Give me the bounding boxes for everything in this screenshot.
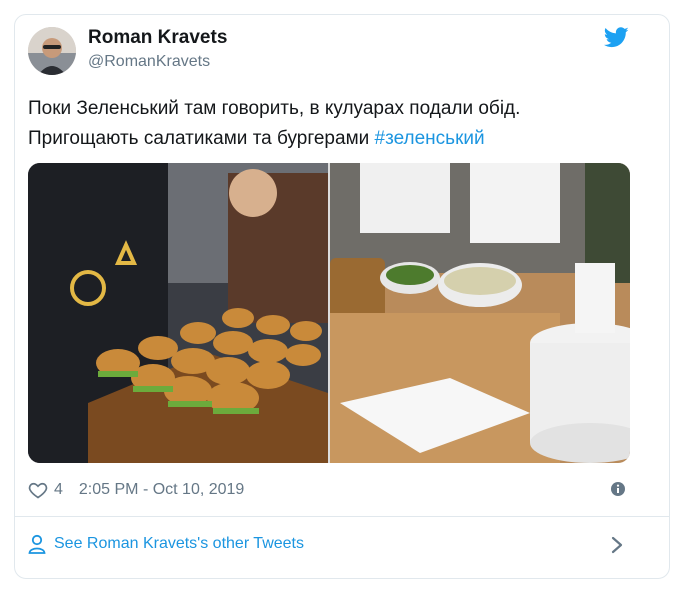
person-icon xyxy=(28,534,46,554)
like-count[interactable]: 4 xyxy=(54,481,63,499)
see-more-label[interactable]: See Roman Kravets's other Tweets xyxy=(54,535,304,553)
author-name[interactable]: Roman Kravets xyxy=(88,27,227,49)
author-handle[interactable]: @RomanKravets xyxy=(88,53,210,71)
twitter-bird-icon[interactable] xyxy=(604,27,629,48)
tweet-text-line1: Поки Зеленський там говорить, в кулуарах… xyxy=(28,98,521,119)
media-gallery xyxy=(28,163,630,463)
info-icon[interactable] xyxy=(610,481,626,497)
tweet-text-line2: Пригощають салатиками та бургерами xyxy=(28,128,375,149)
hashtag-link[interactable]: #зеленський xyxy=(375,128,485,149)
see-more-link[interactable]: See Roman Kravets's other Tweets xyxy=(28,530,628,558)
photo-burgers[interactable] xyxy=(28,163,338,463)
chevron-right-icon[interactable] xyxy=(611,536,623,554)
tweet-meta: 4 2:05 PM - Oct 10, 2019 xyxy=(28,478,244,502)
divider xyxy=(14,516,670,517)
timestamp[interactable]: 2:05 PM - Oct 10, 2019 xyxy=(79,481,244,499)
heart-icon[interactable] xyxy=(28,480,48,500)
tweet-text: Поки Зеленський там говорить, в кулуарах… xyxy=(28,94,628,154)
avatar[interactable] xyxy=(28,27,76,75)
photo-salads[interactable] xyxy=(330,163,630,463)
